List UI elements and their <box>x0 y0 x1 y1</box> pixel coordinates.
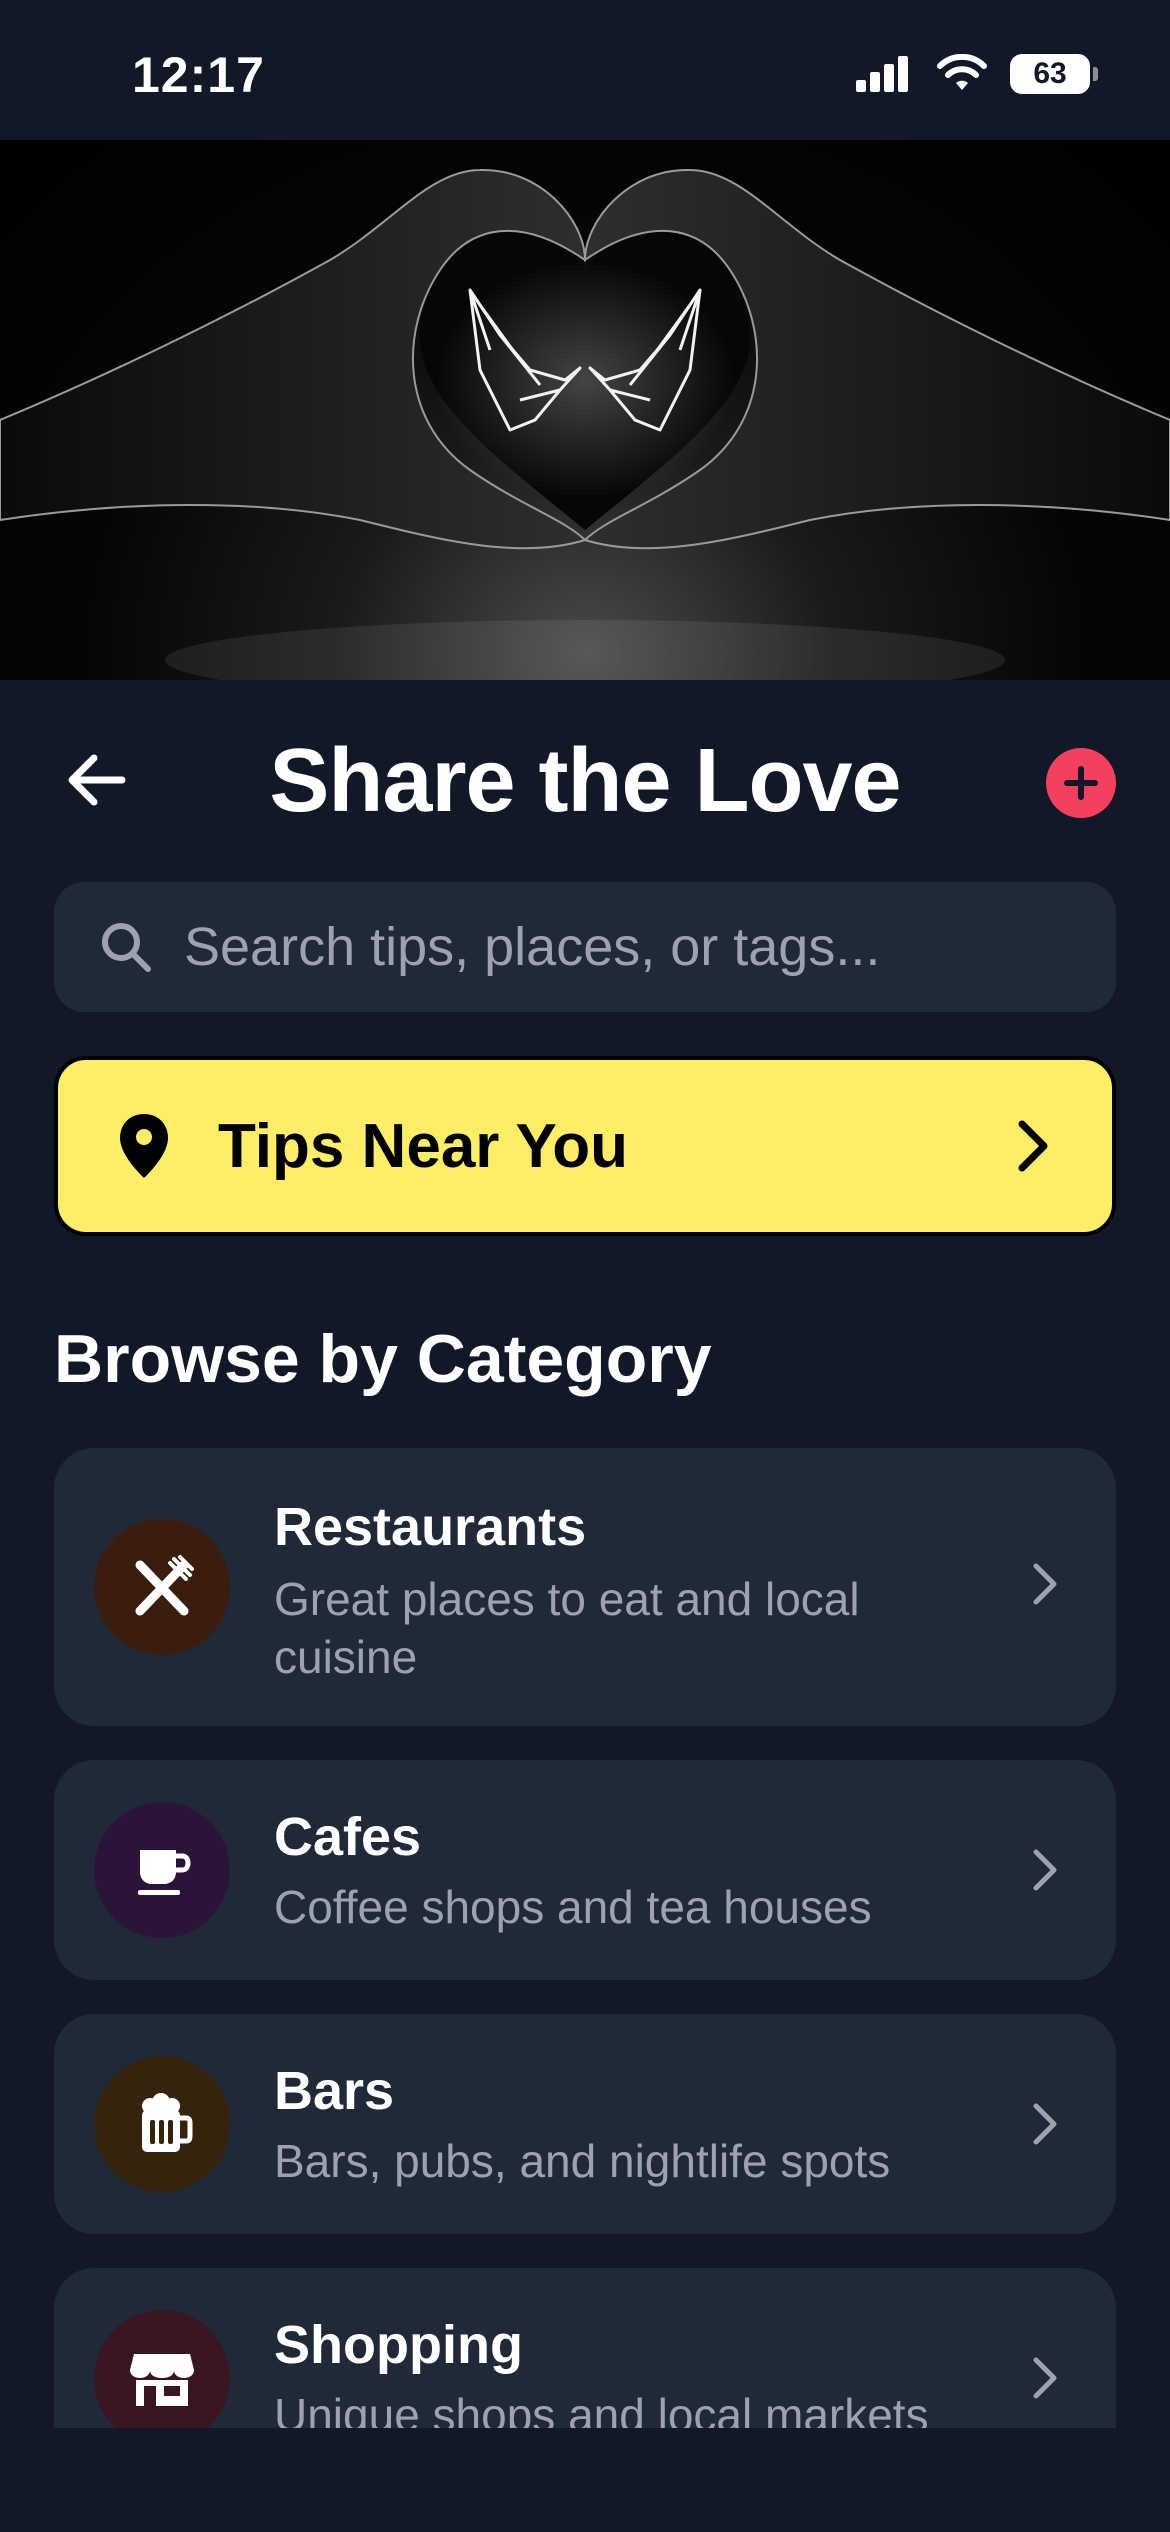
storefront-icon <box>94 2310 230 2428</box>
wifi-icon <box>937 54 987 90</box>
category-title: Restaurants <box>274 1497 587 1557</box>
beer-mug-icon <box>94 2056 230 2192</box>
page-title: Share the Love <box>269 731 901 831</box>
search-input[interactable]: Search tips, places, or tags... <box>54 882 1116 1012</box>
battery-indicator: 63 <box>1010 54 1098 94</box>
section-title: Browse by Category <box>54 1321 712 1397</box>
coffee-cup-icon <box>94 1802 230 1938</box>
chevron-right-icon <box>1030 2100 1060 2153</box>
map-pin-icon <box>114 1111 174 1181</box>
category-description: Great places to eat and local cuisine <box>274 1573 860 1683</box>
category-description: Unique shops and local markets <box>274 2389 929 2428</box>
category-description: Bars, pubs, and nightlife spots <box>274 2135 891 2187</box>
category-description: Coffee shops and tea houses <box>274 1881 872 1933</box>
hero-image <box>0 140 1170 680</box>
search-placeholder: Search tips, places, or tags... <box>184 917 881 977</box>
category-card-bars[interactable]: Bars Bars, pubs, and nightlife spots <box>54 2014 1116 2234</box>
status-time: 12:17 <box>132 47 265 103</box>
plus-icon <box>1064 766 1098 800</box>
status-icons: 63 <box>854 54 1098 94</box>
category-card-restaurants[interactable]: Restaurants Great places to eat and loca… <box>54 1448 1116 1726</box>
chevron-right-icon <box>1012 1116 1052 1181</box>
category-card-cafes[interactable]: Cafes Coffee shops and tea houses <box>54 1760 1116 1980</box>
add-tip-button[interactable] <box>1046 748 1116 818</box>
chevron-right-icon <box>1030 1560 1060 1613</box>
chevron-right-icon <box>1030 1846 1060 1899</box>
heart-hands-doves-illustration <box>0 168 1170 680</box>
tips-near-you-label: Tips Near You <box>218 1111 629 1181</box>
page-header: Share the Love <box>0 700 1170 860</box>
category-title: Cafes <box>274 1807 422 1867</box>
chevron-right-icon <box>1030 2354 1060 2407</box>
cellular-signal-icon <box>856 56 908 92</box>
category-title: Shopping <box>274 2315 523 2375</box>
status-bar: 12:17 63 <box>0 0 1170 140</box>
category-title: Bars <box>274 2061 395 2121</box>
search-icon <box>98 917 158 977</box>
tips-near-you-button[interactable]: Tips Near You <box>54 1056 1116 1236</box>
fork-knife-icon <box>94 1519 230 1655</box>
category-list: Restaurants Great places to eat and loca… <box>0 1448 1170 2428</box>
category-card-shopping[interactable]: Shopping Unique shops and local markets <box>54 2268 1116 2428</box>
